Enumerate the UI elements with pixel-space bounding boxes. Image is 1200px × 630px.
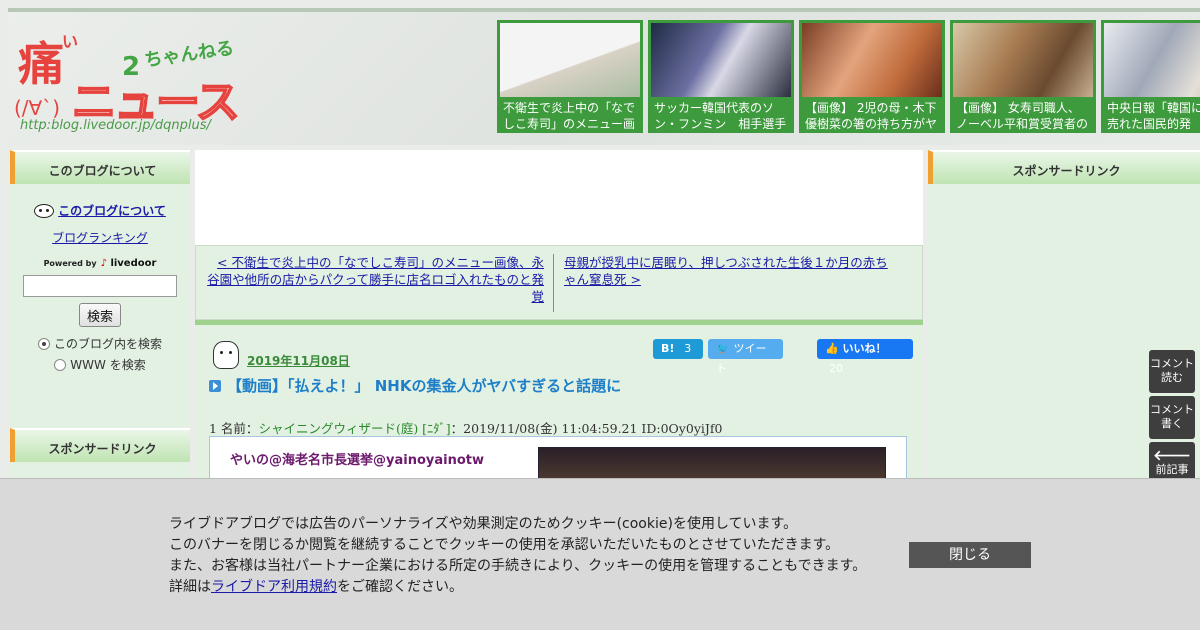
featured-caption: 【画像】 女寿司職人、ノーベル平和賞受賞者の食事会 — [956, 101, 1089, 131]
res-meta: ：2019/11/08(金) 11:04:59.21 ID:0Oy0yiJf0 — [450, 421, 723, 436]
ranking-link-row: ブログランキング — [10, 229, 190, 246]
radio-off-icon — [54, 358, 67, 371]
write-label-1: コメント — [1150, 403, 1194, 416]
featured-caption: 【画像】 2児の母・木下優樹菜の箸の持ち方がヤバ過 — [805, 101, 938, 131]
site-header: 痛 い 2 ちゃんねる ニュース (/∀`) http:blog.livedoo… — [8, 8, 1200, 145]
radio-on-icon — [37, 337, 50, 350]
embed-author[interactable]: やいの@海老名市長選挙@yainoyainotw — [230, 449, 484, 468]
featured-image — [651, 23, 791, 97]
read-label-1: コメント — [1150, 357, 1194, 370]
article-title[interactable]: 【動画】「払えよ！」 NHKの集金人がヤバすぎると話題に — [227, 375, 621, 396]
cat-face-icon — [34, 203, 55, 218]
logo-face: (/∀`) — [14, 96, 61, 120]
logo-url: http:blog.livedoor.jp/dqnplus/ — [20, 118, 211, 133]
featured-article[interactable]: 中央日報「韓国には本も売れた国民的発 — [1101, 20, 1200, 133]
featured-image — [953, 23, 1093, 97]
title-row: 【動画】「払えよ！」 NHKの集金人がヤバすぎると話題に — [209, 375, 621, 396]
like-button[interactable]: 👍 いいね！ 20 — [817, 339, 913, 375]
res-name: シャイニングウィザード(庭) [ﾆﾀﾞ] — [258, 421, 451, 436]
write-comment-button[interactable]: コメント 書く — [1149, 396, 1195, 439]
read-label-2: 読む — [1161, 371, 1183, 384]
floating-buttons: コメント 読む コメント 書く 🡐 前記事 — [1149, 350, 1195, 488]
cookie-line-1: ライブドアブログでは広告のパーソナライズや効果測定のためクッキー(cookie)… — [169, 516, 798, 532]
cookie-line-4-suffix: をご確認ください。 — [337, 579, 463, 595]
powered-by[interactable]: Powered by ♪ livedoor — [10, 258, 190, 269]
read-comments-button[interactable]: コメント 読む — [1149, 350, 1195, 393]
prev-article: < 不衛生で炎上中の「なでしこ寿司」のメニュー画像、永谷園や他所の店からパクって… — [206, 254, 544, 305]
cookie-text: ライブドアブログでは広告のパーソナライズや効果測定のためクッキー(cookie)… — [169, 514, 866, 598]
cat-mascot-icon — [213, 341, 239, 369]
livedoor-mark-icon: ♪ — [100, 258, 107, 269]
powered-by-label: Powered by — [43, 259, 97, 268]
prev-entry-label: 前記事 — [1155, 463, 1189, 476]
res-prefix: 1 名前： — [209, 421, 259, 436]
site-logo[interactable]: 痛 い 2 ちゃんねる ニュース (/∀`) http:blog.livedoo… — [14, 22, 244, 138]
res-header: 1 名前：シャイニングウィザード(庭) [ﾆﾀﾞ]：2019/11/08(金) … — [209, 418, 722, 437]
ranking-link[interactable]: ブログランキング — [52, 231, 148, 245]
right-sponsor-heading: スポンサードリンク — [928, 150, 1200, 184]
about-link[interactable]: このブログについて — [58, 202, 166, 219]
tweet-button[interactable]: 🐦 ツイート — [708, 339, 783, 375]
like-count: 20 — [829, 362, 843, 375]
featured-articles: 不衛生で炎上中の「なでしこ寿司」のメニュー画像、 サッカー韓国代表のソン・フンミ… — [497, 20, 1200, 133]
featured-image — [500, 23, 640, 97]
cookie-line-2: このバナーを閉じるか閲覧を継続することでクッキーの使用を承認いただいたものとさせ… — [169, 537, 840, 553]
cookie-banner: ライブドアブログでは広告のパーソナライズや効果測定のためクッキー(cookie)… — [0, 478, 1200, 630]
next-article: 母親が授乳中に居眠り、押しつぶされた生後１か月の赤ちゃん窒息死 > — [564, 254, 894, 288]
terms-link[interactable]: ライブドア利用規約 — [211, 579, 337, 595]
write-label-2: 書く — [1161, 417, 1183, 430]
date-row: 2019年11月08日 — [213, 341, 350, 369]
nav-divider — [553, 254, 554, 312]
hatena-label: B! — [661, 342, 675, 355]
hatena-bookmark-button[interactable]: B! 3 — [653, 339, 703, 359]
featured-article[interactable]: サッカー韓国代表のソン・フンミン 相手選手の足を — [648, 20, 794, 133]
thumbs-up-icon: 👍 — [825, 342, 839, 355]
arrow-left-icon: 🡐 — [1153, 448, 1191, 464]
featured-article[interactable]: 不衛生で炎上中の「なでしこ寿司」のメニュー画像、 — [497, 20, 643, 133]
cookie-close-button[interactable]: 閉じる — [909, 542, 1031, 568]
left-sponsor-heading: スポンサードリンク — [10, 428, 190, 462]
prev-article-link[interactable]: < 不衛生で炎上中の「なでしこ寿司」のメニュー画像、永谷園や他所の店からパクって… — [207, 255, 544, 304]
radio-blog-search[interactable]: このブログ内を検索 — [10, 335, 190, 352]
cookie-line-4-prefix: 詳細は — [169, 579, 211, 595]
article-nav: < 不衛生で炎上中の「なでしこ寿司」のメニュー画像、永谷園や他所の店からパクって… — [195, 245, 923, 320]
featured-caption: 不衛生で炎上中の「なでしこ寿司」のメニュー画像、 — [503, 101, 636, 131]
logo-kanji: 痛 — [18, 37, 64, 91]
radio-blog-label: このブログ内を検索 — [53, 337, 162, 351]
play-icon — [209, 379, 221, 392]
livedoor-logo: ♪ livedoor — [101, 258, 157, 269]
about-heading: このブログについて — [10, 150, 190, 184]
article-date[interactable]: 2019年11月08日 — [247, 352, 350, 369]
search-input[interactable] — [23, 275, 177, 297]
next-article-link[interactable]: 母親が授乳中に居眠り、押しつぶされた生後１か月の赤ちゃん窒息死 > — [564, 255, 888, 287]
twitter-bird-icon: 🐦 — [716, 342, 730, 355]
radio-www-label: WWW を検索 — [70, 358, 146, 372]
featured-article[interactable]: 【画像】 女寿司職人、ノーベル平和賞受賞者の食事会 — [950, 20, 1096, 133]
about-link-row: このブログについて — [10, 202, 190, 219]
featured-article[interactable]: 【画像】 2児の母・木下優樹菜の箸の持ち方がヤバ過 — [799, 20, 945, 133]
ad-area — [195, 150, 923, 245]
featured-image — [1104, 23, 1200, 97]
featured-image — [802, 23, 942, 97]
featured-caption: 中央日報「韓国には本も売れた国民的発 — [1107, 101, 1200, 131]
logo-small: い — [62, 32, 79, 51]
cookie-line-4: 詳細はライブドア利用規約をご確認ください。 — [169, 577, 866, 598]
hatena-count: 3 — [684, 342, 692, 355]
left-sponsor-section: スポンサードリンク — [10, 428, 190, 462]
radio-www-search[interactable]: WWW を検索 — [10, 356, 190, 373]
livedoor-brand: livedoor — [110, 258, 157, 269]
search-button[interactable]: 検索 — [79, 303, 121, 327]
cookie-line-3: また、お客様は当社パートナー企業における所定の手続きにより、クッキーの使用を管理… — [169, 558, 867, 574]
like-label: いいね！ — [842, 342, 887, 355]
featured-caption: サッカー韓国代表のソン・フンミン 相手選手の足を — [654, 101, 787, 131]
